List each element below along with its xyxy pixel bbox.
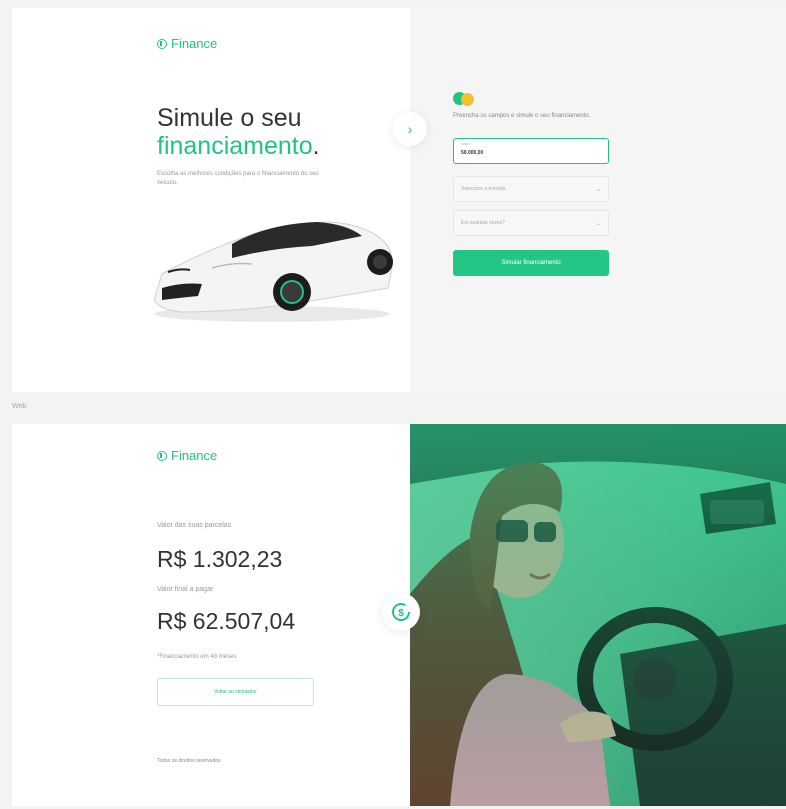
brand-logo[interactable]: Finance xyxy=(157,36,217,51)
hero-subtitle: Escolha as melhores condições para o fin… xyxy=(157,171,319,186)
refresh-dollar-icon: $ xyxy=(392,603,410,621)
result-screen: Finance Valor das suas parcelas R$ 1.302… xyxy=(12,424,786,806)
brand-logo[interactable]: Finance xyxy=(157,448,217,463)
frame-label: Web xyxy=(12,403,27,410)
vehicle-value-label: Valor xyxy=(461,141,471,146)
finance-logo-icon xyxy=(157,38,167,49)
installment-value: R$ 1.302,23 xyxy=(157,546,283,572)
svg-text:$: $ xyxy=(398,608,404,619)
brand-name: Finance xyxy=(171,448,218,463)
chevron-down-icon: ⌄ xyxy=(595,220,601,227)
entry-select[interactable]: Selecione a entrada ⌄ xyxy=(453,176,609,202)
form-intro: Preencha os campos e simule o seu financ… xyxy=(453,113,591,119)
vehicle-value-field[interactable]: Valor 50.000,00 xyxy=(453,138,609,164)
installments-select[interactable]: Em quantas vezes? ⌄ xyxy=(453,210,609,236)
title-line-2: financiamento. xyxy=(157,132,320,160)
left-panel: Finance Simule o seu financiamento. Esco… xyxy=(12,8,410,392)
refresh-dollar-badge: $ xyxy=(382,593,420,631)
title-dot: . xyxy=(312,132,320,160)
title-accent-word: financiamento xyxy=(157,132,313,160)
chevron-down-icon: ⌄ xyxy=(595,186,601,193)
coins-emoji-icon xyxy=(453,92,475,106)
next-button[interactable]: › xyxy=(393,112,427,146)
title-line-1: Simule o seu xyxy=(157,104,302,132)
simulation-form: Preencha os campos e simule o seu financ… xyxy=(453,92,609,276)
total-label: Valor final a pagar xyxy=(157,586,214,593)
woman-driving-photo xyxy=(410,424,786,806)
entry-select-placeholder: Selecione a entrada xyxy=(461,186,506,192)
page-title: Simule o seu financiamento. xyxy=(157,104,320,160)
total-value: R$ 62.507,04 xyxy=(157,608,296,634)
chevron-right-icon: › xyxy=(407,121,413,137)
vehicle-value-text: 50.000,00 xyxy=(461,150,484,156)
installment-label: Valor das suas parcelas xyxy=(157,522,232,529)
brand-name: Finance xyxy=(171,36,218,51)
financing-note: *Financiamento em 48 meses xyxy=(157,654,237,660)
result-left-panel: Finance Valor das suas parcelas R$ 1.302… xyxy=(12,424,410,806)
simulator-screen: Finance Simule o seu financiamento. Esco… xyxy=(12,8,786,392)
finance-logo-icon xyxy=(157,450,167,461)
simulate-button[interactable]: Simular financiamento xyxy=(453,250,609,276)
back-to-simulator-button[interactable]: Voltar ao simulador xyxy=(157,678,314,706)
sports-car-image xyxy=(153,221,393,322)
installments-select-placeholder: Em quantas vezes? xyxy=(461,220,505,226)
footer-rights: Todos os direitos reservados xyxy=(157,758,221,764)
